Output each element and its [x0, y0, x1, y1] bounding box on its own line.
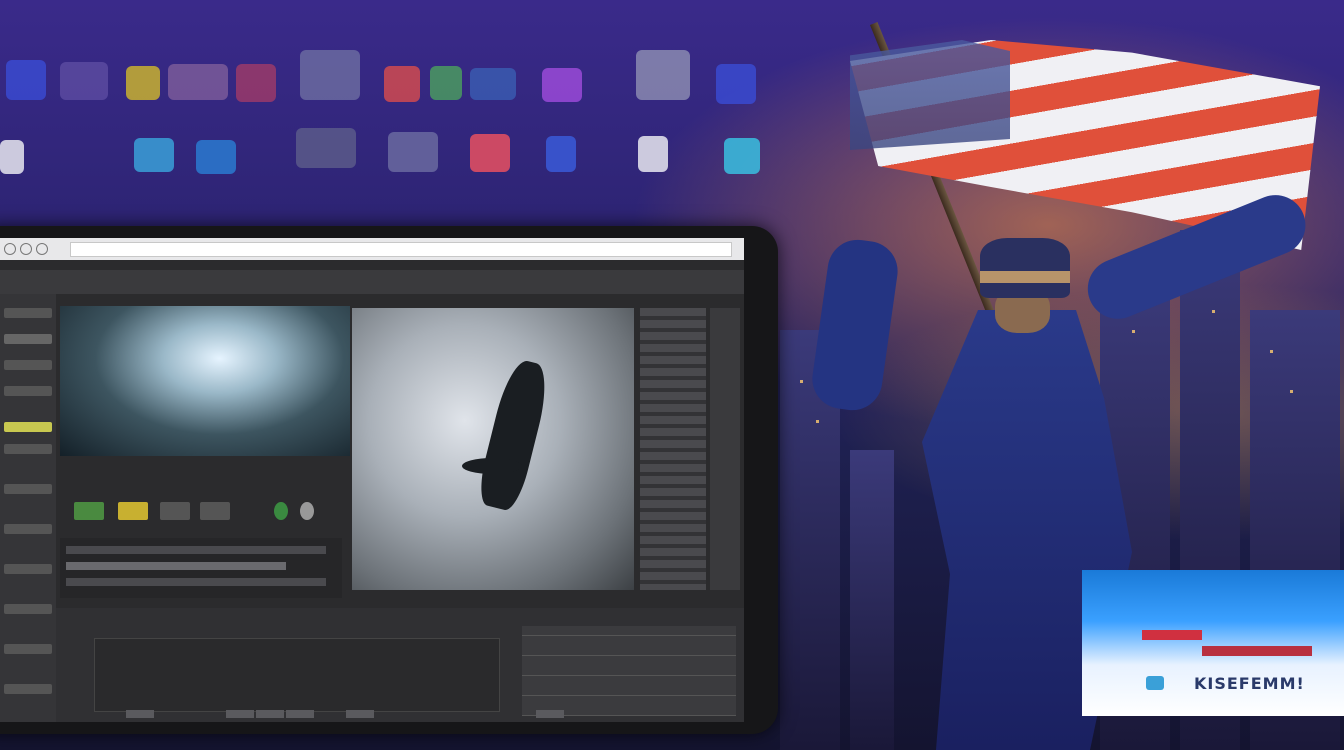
scroll-panel[interactable] — [710, 308, 740, 590]
tool-button[interactable] — [4, 334, 52, 344]
app-tile-icon — [296, 128, 356, 168]
billboard-sign: KISEFEMM! — [1082, 570, 1344, 716]
app-tile-icon — [236, 64, 276, 102]
app-icon-wall — [0, 0, 820, 230]
tool-button[interactable] — [4, 422, 52, 432]
app-tile-icon — [196, 140, 236, 174]
tools-sidebar — [0, 294, 56, 722]
back-icon[interactable] — [4, 243, 16, 255]
app-tile-icon — [300, 50, 360, 100]
sign-text: KISEFEMM! — [1194, 674, 1305, 693]
tool-button[interactable] — [4, 444, 52, 454]
flag-canton — [850, 40, 1010, 150]
app-tile-icon — [6, 60, 46, 100]
playback-controls — [60, 498, 342, 526]
media-grid[interactable] — [522, 626, 736, 716]
diver-silhouette — [474, 356, 554, 514]
app-tile-icon — [716, 64, 756, 104]
timeline-track[interactable] — [66, 578, 326, 586]
tool-button[interactable] — [4, 564, 52, 574]
tool-button[interactable] — [4, 524, 52, 534]
play-icon[interactable] — [274, 502, 288, 520]
tool-button[interactable] — [4, 644, 52, 654]
video-editor-screen — [0, 238, 744, 722]
app-tile-icon — [388, 132, 438, 172]
app-tile-icon — [134, 138, 174, 172]
effects-panel[interactable] — [640, 308, 706, 590]
timeline-tracks[interactable] — [60, 538, 342, 598]
clip-button[interactable] — [160, 502, 190, 520]
editor-menu-bar — [0, 270, 744, 294]
app-tile-icon — [430, 66, 462, 100]
app-tile-icon — [546, 136, 576, 172]
address-bar[interactable] — [70, 242, 732, 257]
app-tile-icon — [60, 62, 108, 100]
bottom-button[interactable] — [346, 710, 374, 718]
forward-icon[interactable] — [20, 243, 32, 255]
clip-preview-area[interactable] — [94, 638, 500, 712]
app-tile-icon — [384, 66, 420, 102]
record-icon[interactable] — [300, 502, 314, 520]
app-tile-icon — [542, 68, 582, 102]
app-tile-icon — [0, 140, 24, 174]
app-tile-icon — [638, 136, 668, 172]
clip-button[interactable] — [200, 502, 230, 520]
program-video-preview[interactable] — [352, 308, 634, 590]
raised-arm — [808, 235, 902, 415]
app-tile-icon — [168, 64, 228, 100]
reload-icon[interactable] — [36, 243, 48, 255]
bottom-button[interactable] — [256, 710, 284, 718]
app-tile-icon — [636, 50, 690, 100]
tablet-device — [0, 226, 778, 734]
bottom-button[interactable] — [536, 710, 564, 718]
timeline-track[interactable] — [66, 546, 326, 554]
timeline-track[interactable] — [66, 562, 286, 570]
hat — [980, 238, 1070, 298]
bottom-button[interactable] — [126, 710, 154, 718]
bottom-button[interactable] — [226, 710, 254, 718]
tool-button[interactable] — [4, 604, 52, 614]
browser-toolbar — [0, 238, 744, 260]
sign-stripe — [1202, 646, 1312, 656]
app-tile-icon — [470, 134, 510, 172]
source-video-preview[interactable] — [60, 306, 350, 456]
tool-button[interactable] — [4, 360, 52, 370]
tool-button[interactable] — [4, 484, 52, 494]
tool-button[interactable] — [4, 386, 52, 396]
diver-fin — [462, 458, 522, 474]
tool-button[interactable] — [4, 684, 52, 694]
app-tile-icon — [470, 68, 516, 100]
bottom-button[interactable] — [286, 710, 314, 718]
bottom-panel — [56, 608, 744, 722]
sign-stripe — [1142, 630, 1202, 640]
app-tile-icon — [126, 66, 160, 100]
tool-button[interactable] — [4, 308, 52, 318]
clip-button[interactable] — [74, 502, 104, 520]
sign-logo-icon — [1146, 676, 1164, 690]
clip-button[interactable] — [118, 502, 148, 520]
app-tile-icon — [724, 138, 760, 174]
